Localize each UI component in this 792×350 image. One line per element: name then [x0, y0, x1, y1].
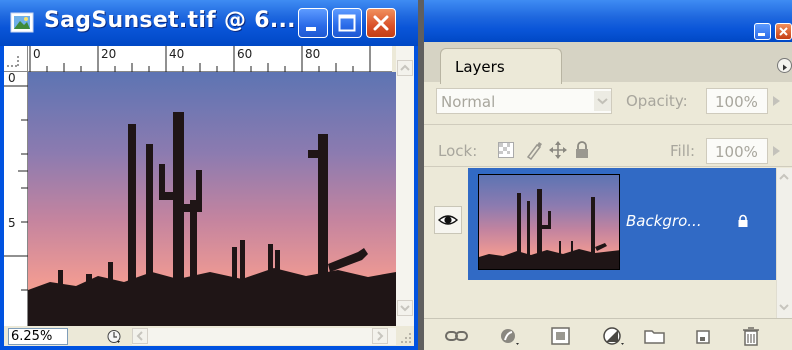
chevron-down-icon [597, 98, 608, 105]
vertical-ruler-ticks [4, 85, 28, 291]
image-canvas[interactable] [28, 72, 396, 326]
maximize-button[interactable] [332, 8, 362, 38]
divider [424, 166, 792, 167]
image-document-window: SagSunset.tif @ 6.... 0 20 40 60 80 0 5 … [0, 0, 418, 350]
chevron-left-icon [136, 331, 143, 341]
layers-scrollbar[interactable] [776, 168, 792, 318]
saguaro-sunset-image [28, 72, 396, 326]
layers-palette-footer [424, 318, 792, 350]
fill-label: Fill: [670, 142, 696, 160]
zoom-level-field[interactable]: 6.25% [8, 328, 68, 345]
document-title-bar[interactable]: SagSunset.tif @ 6.... [0, 0, 418, 46]
opacity-label: Opacity: [626, 92, 688, 110]
lock-icon [738, 214, 748, 227]
divider [424, 124, 792, 125]
lock-position-icon[interactable] [548, 140, 568, 160]
close-icon [373, 15, 389, 31]
photoshop-document-icon [10, 12, 34, 33]
vertical-ruler[interactable]: 0 5 [4, 71, 28, 326]
layer-style-icon[interactable] [496, 325, 522, 347]
layer-mask-icon[interactable] [548, 325, 574, 347]
minimize-button[interactable] [298, 8, 328, 38]
palette-minimize-button[interactable] [754, 23, 771, 40]
link-layers-icon[interactable] [444, 325, 470, 347]
layer-thumbnail [478, 174, 620, 270]
layer-name[interactable]: Backgro... [626, 212, 702, 230]
document-status-bar: 6.25% [4, 326, 414, 346]
ruler-label: 5 [8, 216, 16, 230]
layer-visibility-toggle[interactable] [434, 206, 462, 234]
minimize-icon [758, 33, 765, 36]
ruler-origin[interactable] [4, 46, 28, 72]
lock-image-pixels-icon[interactable] [524, 140, 544, 160]
horizontal-ruler-ticks [29, 46, 371, 72]
minimize-icon [306, 27, 316, 31]
layer-thumbnail-image [479, 175, 619, 269]
fill-slider-arrow-icon[interactable] [773, 146, 780, 156]
opacity-value: 100% [715, 93, 758, 111]
close-button[interactable] [366, 8, 396, 38]
opacity-field[interactable]: 100% [706, 88, 768, 114]
ruler-label: 20 [101, 47, 117, 61]
trash-icon[interactable] [738, 325, 764, 347]
chevron-down-icon [400, 305, 410, 312]
lock-label: Lock: [438, 142, 478, 160]
dropdown-arrow-button[interactable] [594, 91, 611, 111]
close-icon [779, 27, 788, 36]
tab-layers[interactable]: Layers [440, 48, 562, 84]
palette-close-button[interactable] [775, 23, 792, 40]
layers-palette-window: Layers Normal Opacity: 100% Lock: Fill: … [424, 0, 792, 350]
maximize-icon [338, 14, 356, 32]
visibility-eye-icon [437, 215, 459, 225]
opacity-slider-arrow-icon[interactable] [773, 96, 780, 106]
horizontal-ruler[interactable]: 0 20 40 60 80 [28, 46, 392, 72]
vertical-scrollbar[interactable] [396, 46, 414, 326]
ruler-label: 60 [237, 47, 253, 61]
scroll-right-button[interactable] [372, 328, 388, 344]
chevron-up-icon[interactable] [777, 170, 791, 184]
lock-transparent-pixels-icon[interactable] [496, 140, 516, 160]
status-menu-icon[interactable] [104, 328, 124, 345]
blend-mode-select[interactable]: Normal [436, 88, 612, 114]
document-client-area: 0 20 40 60 80 0 5 6.25% [4, 46, 414, 346]
palette-title-bar[interactable] [424, 0, 792, 42]
scroll-down-button[interactable] [397, 300, 413, 316]
chevron-up-icon [400, 64, 410, 71]
lock-all-icon[interactable] [572, 140, 592, 160]
chevron-right-icon [377, 331, 384, 341]
ruler-label: 40 [169, 47, 185, 61]
adjustment-layer-icon[interactable] [600, 325, 626, 347]
ruler-label: 0 [33, 47, 41, 61]
blend-mode-value: Normal [441, 93, 496, 111]
layer-selected[interactable]: Backgro... [468, 168, 776, 280]
scroll-left-button[interactable] [132, 328, 148, 344]
new-layer-icon[interactable] [690, 325, 716, 347]
ruler-label: 0 [8, 71, 16, 85]
horizontal-scrollbar[interactable] [132, 328, 396, 345]
tab-label: Layers [455, 58, 505, 76]
flyout-menu-icon [783, 64, 787, 71]
fill-value: 100% [715, 143, 758, 161]
palette-menu-button[interactable] [777, 58, 792, 73]
ruler-origin-icon [7, 56, 19, 67]
resize-grip-icon[interactable] [400, 332, 412, 344]
chevron-down-icon[interactable] [777, 300, 791, 314]
new-group-icon[interactable] [642, 325, 668, 347]
layer-row[interactable]: Backgro... [424, 168, 776, 280]
ruler-label: 80 [305, 47, 321, 61]
document-title: SagSunset.tif @ 6.... [44, 8, 305, 33]
scroll-up-button[interactable] [397, 60, 413, 76]
fill-field[interactable]: 100% [706, 138, 768, 164]
